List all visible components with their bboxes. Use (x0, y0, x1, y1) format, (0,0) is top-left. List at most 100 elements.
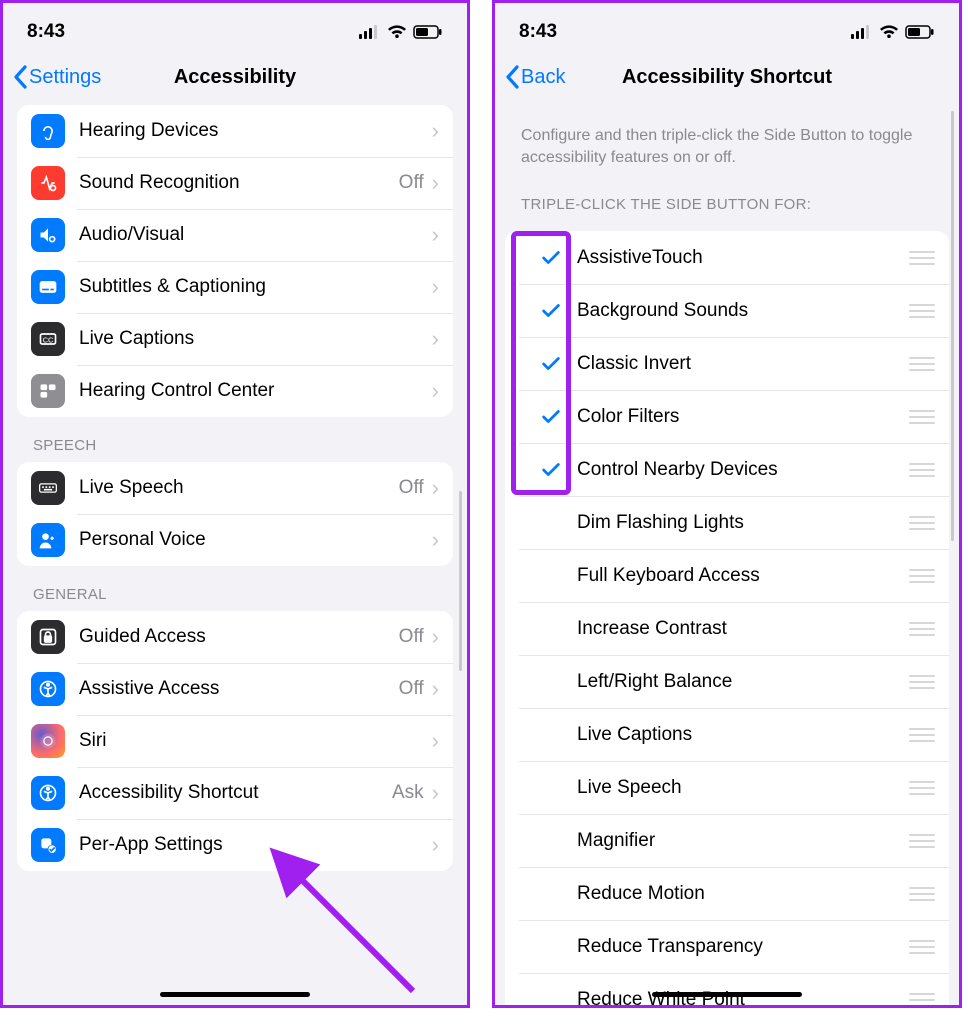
siri-icon (31, 724, 65, 758)
row-value: Off (399, 172, 424, 194)
drag-handle-icon[interactable] (909, 781, 935, 795)
back-label: Settings (29, 66, 101, 89)
drag-handle-icon[interactable] (909, 940, 935, 954)
assistive-access-icon (31, 672, 65, 706)
shortcut-row[interactable]: Reduce Motion (505, 867, 949, 920)
keyboard-icon (31, 471, 65, 505)
phone-accessibility: 8:43 Settings Accessibility Hearing Devi… (0, 0, 470, 1008)
drag-handle-icon[interactable] (909, 357, 935, 371)
row-hearing-control-center[interactable]: Hearing Control Center › (17, 365, 453, 417)
phone-shortcut: 8:43 Back Accessibility Shortcut Configu… (492, 0, 962, 1008)
check-icon (525, 406, 577, 428)
drag-handle-icon[interactable] (909, 728, 935, 742)
row-label: Guided Access (79, 626, 399, 648)
row-sound-recognition[interactable]: Sound Recognition Off › (17, 157, 453, 209)
chevron-right-icon: › (432, 326, 439, 352)
shortcut-row[interactable]: Live Speech (505, 761, 949, 814)
row-value: Ask (392, 782, 424, 804)
shortcut-row[interactable]: Reduce White Point (505, 973, 949, 1005)
battery-icon (413, 25, 443, 39)
shortcut-row[interactable]: Dim Flashing Lights (505, 496, 949, 549)
drag-handle-icon[interactable] (909, 569, 935, 583)
nav-bar: Settings Accessibility (3, 53, 467, 101)
content-right[interactable]: Configure and then triple-click the Side… (495, 101, 959, 1005)
shortcut-row[interactable]: Color Filters (505, 390, 949, 443)
shortcut-row[interactable]: Increase Contrast (505, 602, 949, 655)
back-button[interactable]: Back (505, 65, 565, 89)
drag-handle-icon[interactable] (909, 675, 935, 689)
drag-handle-icon[interactable] (909, 304, 935, 318)
row-value: Off (399, 477, 424, 499)
row-per-app-settings[interactable]: Per-App Settings › (17, 819, 453, 871)
drag-handle-icon[interactable] (909, 251, 935, 265)
svg-text:CC: CC (43, 335, 54, 344)
chevron-right-icon: › (432, 527, 439, 553)
shortcut-label: Magnifier (577, 830, 909, 852)
back-button[interactable]: Settings (13, 65, 101, 89)
row-label: Personal Voice (79, 529, 432, 551)
shortcut-row[interactable]: AssistiveTouch (505, 231, 949, 284)
audio-visual-icon (31, 218, 65, 252)
hearing-cc-icon (31, 374, 65, 408)
row-siri[interactable]: Siri › (17, 715, 453, 767)
chevron-right-icon: › (432, 676, 439, 702)
per-app-icon (31, 828, 65, 862)
cellular-icon (359, 25, 381, 39)
shortcut-label: Dim Flashing Lights (577, 512, 909, 534)
row-value: Off (399, 626, 424, 648)
drag-handle-icon[interactable] (909, 887, 935, 901)
status-time: 8:43 (27, 21, 65, 43)
description-text: Configure and then triple-click the Side… (505, 101, 949, 168)
row-label: Hearing Control Center (79, 380, 432, 402)
chevron-right-icon: › (432, 222, 439, 248)
row-live-captions[interactable]: CC Live Captions › (17, 313, 453, 365)
check-icon (525, 247, 577, 269)
home-indicator[interactable] (160, 992, 310, 997)
status-bar: 8:43 (3, 3, 467, 53)
row-label: Hearing Devices (79, 120, 432, 142)
row-assistive-access[interactable]: Assistive Access Off › (17, 663, 453, 715)
drag-handle-icon[interactable] (909, 993, 935, 1005)
wifi-icon (387, 25, 407, 39)
scrollbar[interactable] (459, 491, 462, 671)
shortcut-row[interactable]: Control Nearby Devices (505, 443, 949, 496)
chevron-left-icon (13, 65, 27, 89)
chevron-right-icon: › (432, 475, 439, 501)
home-indicator[interactable] (652, 992, 802, 997)
shortcut-label: Reduce Motion (577, 883, 909, 905)
row-label: Sound Recognition (79, 172, 399, 194)
chevron-right-icon: › (432, 780, 439, 806)
status-bar: 8:43 (495, 3, 959, 53)
shortcut-row[interactable]: Background Sounds (505, 284, 949, 337)
status-icons (359, 25, 443, 39)
row-label: Accessibility Shortcut (79, 782, 392, 804)
nav-bar: Back Accessibility Shortcut (495, 53, 959, 101)
live-captions-icon: CC (31, 322, 65, 356)
drag-handle-icon[interactable] (909, 516, 935, 530)
drag-handle-icon[interactable] (909, 410, 935, 424)
row-audio-visual[interactable]: Audio/Visual › (17, 209, 453, 261)
shortcut-label: AssistiveTouch (577, 247, 909, 269)
shortcut-label: Background Sounds (577, 300, 909, 322)
shortcut-row[interactable]: Magnifier (505, 814, 949, 867)
shortcut-row[interactable]: Reduce Transparency (505, 920, 949, 973)
drag-handle-icon[interactable] (909, 622, 935, 636)
back-label: Back (521, 66, 565, 89)
content-left[interactable]: Hearing Devices › Sound Recognition Off … (3, 101, 467, 1005)
row-personal-voice[interactable]: Personal Voice › (17, 514, 453, 566)
shortcut-row[interactable]: Classic Invert (505, 337, 949, 390)
row-accessibility-shortcut[interactable]: Accessibility Shortcut Ask › (17, 767, 453, 819)
shortcut-row[interactable]: Left/Right Balance (505, 655, 949, 708)
scrollbar[interactable] (951, 111, 954, 541)
shortcut-label: Live Captions (577, 724, 909, 746)
row-guided-access[interactable]: Guided Access Off › (17, 611, 453, 663)
row-live-speech[interactable]: Live Speech Off › (17, 462, 453, 514)
drag-handle-icon[interactable] (909, 463, 935, 477)
shortcut-row[interactable]: Full Keyboard Access (505, 549, 949, 602)
shortcut-row[interactable]: Live Captions (505, 708, 949, 761)
row-hearing-devices[interactable]: Hearing Devices › (17, 105, 453, 157)
row-subtitles-captioning[interactable]: Subtitles & Captioning › (17, 261, 453, 313)
ear-icon (31, 114, 65, 148)
drag-handle-icon[interactable] (909, 834, 935, 848)
shortcut-label: Control Nearby Devices (577, 459, 909, 481)
